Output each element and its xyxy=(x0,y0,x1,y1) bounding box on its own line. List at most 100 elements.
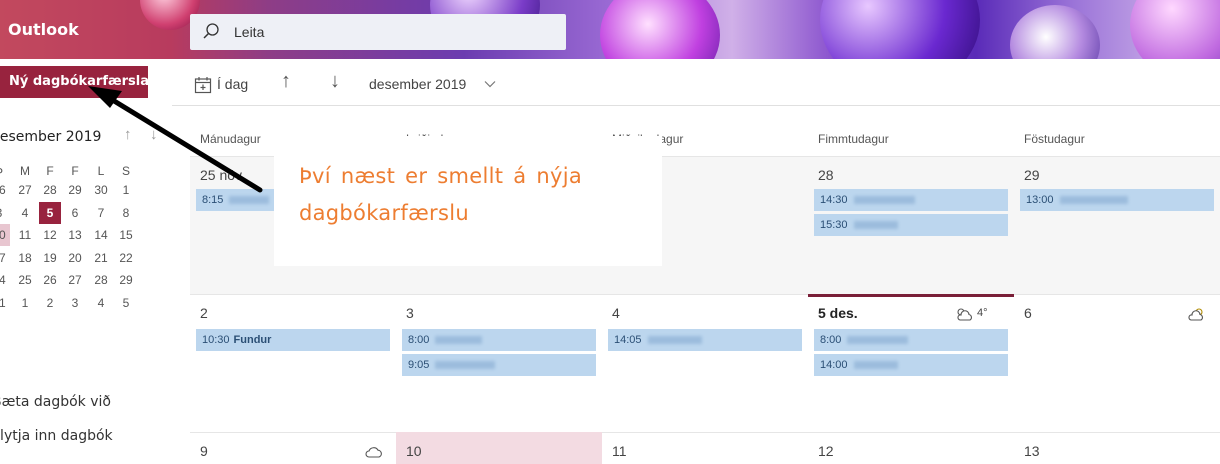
today-indicator xyxy=(808,294,1014,297)
day-number: 11 xyxy=(612,443,627,459)
calendar-event[interactable]: 8:00 xyxy=(814,329,1008,351)
previous-arrow-icon[interactable]: ↑ xyxy=(281,70,291,93)
mini-day[interactable]: 27 xyxy=(64,269,86,291)
mini-day[interactable]: 10 xyxy=(0,224,10,246)
mini-day[interactable]: 21 xyxy=(90,247,112,269)
import-calendar-link[interactable]: Flytja inn dagbók xyxy=(0,428,113,444)
add-calendar-link[interactable]: Bæta dagbók við xyxy=(0,394,111,410)
mini-day[interactable]: 24 xyxy=(0,269,10,291)
day-cell[interactable]: 11 xyxy=(602,432,808,464)
day-cell[interactable]: 4 14:05 xyxy=(602,294,808,432)
day-of-week-header: Föstudagur xyxy=(1024,132,1085,146)
mini-day[interactable]: 14 xyxy=(90,224,112,246)
mini-prev-month-icon[interactable]: ↑ xyxy=(124,126,132,143)
cloud-icon xyxy=(365,447,382,458)
mini-day[interactable]: 26 xyxy=(0,179,10,201)
mini-day[interactable]: 18 xyxy=(14,247,36,269)
mini-day[interactable]: 15 xyxy=(115,224,137,246)
mini-week-row: 345678 xyxy=(0,201,172,224)
mini-next-month-icon[interactable]: ↓ xyxy=(150,126,158,143)
day-number: 12 xyxy=(818,443,834,459)
header-decoration xyxy=(600,0,720,59)
mini-day[interactable]: 30 xyxy=(90,179,112,201)
day-number: 25 nóv. xyxy=(200,167,245,183)
mini-week-row: 171819202122 xyxy=(0,247,172,269)
mini-day[interactable]: 26 xyxy=(39,269,61,291)
mini-day[interactable]: 3 xyxy=(64,292,86,314)
day-cell[interactable]: 13 xyxy=(1014,432,1220,464)
calendar-event[interactable]: 15:30 xyxy=(814,214,1008,236)
mini-week-row: 26272829301 xyxy=(0,179,172,201)
mini-day[interactable]: 1 xyxy=(14,292,36,314)
day-number: 4 xyxy=(612,305,620,321)
mini-day[interactable]: 29 xyxy=(115,269,137,291)
calendar-event[interactable]: 14:05 xyxy=(608,329,802,351)
mini-calendar-title[interactable]: desember 2019 xyxy=(0,129,130,145)
mini-day[interactable]: 6 xyxy=(64,202,86,224)
tutorial-callout: Því næst er smellt á nýja dagbókarfærslu xyxy=(274,136,662,266)
chevron-down-icon[interactable] xyxy=(484,80,496,88)
calendar-event[interactable]: 10:30 Fundur xyxy=(196,329,390,351)
day-cell[interactable]: 5 des. 8:00 14:00 4° xyxy=(808,294,1014,432)
mini-day[interactable]: 2 xyxy=(39,292,61,314)
mini-day[interactable]: 7 xyxy=(90,202,112,224)
day-cell[interactable]: 29 13:00 xyxy=(1014,156,1220,294)
event-time: 15:30 xyxy=(820,219,848,231)
mini-day[interactable]: 1 xyxy=(115,179,137,201)
day-number: 29 xyxy=(1024,167,1040,183)
redacted-title xyxy=(847,336,909,345)
search-box[interactable]: Leita xyxy=(190,14,566,50)
mini-day[interactable]: 4 xyxy=(90,292,112,314)
mini-day[interactable]: 12 xyxy=(39,224,61,246)
mini-day[interactable]: 25 xyxy=(14,269,36,291)
day-cell[interactable]: 10 xyxy=(396,432,602,464)
redacted-title xyxy=(435,361,496,370)
today-button[interactable]: Í dag xyxy=(217,66,248,102)
search-input[interactable]: Leita xyxy=(234,14,264,50)
calendar-today-icon[interactable] xyxy=(194,76,212,94)
mini-day[interactable]: 19 xyxy=(39,247,61,269)
event-time: 9:05 xyxy=(408,359,430,371)
mini-day[interactable]: 8 xyxy=(115,202,137,224)
event-time: 8:15 xyxy=(202,194,224,206)
calendar-event[interactable]: 8:00 xyxy=(402,329,596,351)
mini-day[interactable]: 5 xyxy=(39,201,61,224)
day-cell[interactable]: 28 14:30 15:30 xyxy=(808,156,1014,294)
mini-day[interactable]: 4 xyxy=(14,202,36,224)
calendar-event[interactable]: 14:00 xyxy=(814,354,1008,376)
mini-day[interactable]: 27 xyxy=(14,179,36,201)
mini-day[interactable]: 5 xyxy=(115,292,137,314)
day-cell[interactable]: 6 xyxy=(1014,294,1220,432)
event-time: 13:00 xyxy=(1026,194,1054,206)
calendar-event[interactable]: 9:05 xyxy=(402,354,596,376)
mini-day[interactable]: 31 xyxy=(0,292,10,314)
calendar-event[interactable]: 13:00 xyxy=(1020,189,1214,211)
mini-day[interactable]: 29 xyxy=(64,179,86,201)
mini-day[interactable]: 11 xyxy=(14,224,36,246)
day-number: 3 xyxy=(406,305,414,321)
day-cell[interactable]: 12 xyxy=(808,432,1014,464)
day-number: 6 xyxy=(1024,305,1032,321)
new-event-button[interactable]: Ný dagbókarfærsla xyxy=(0,66,148,98)
day-cell[interactable]: 3 8:00 9:05 xyxy=(396,294,602,432)
mini-day[interactable]: 22 xyxy=(115,247,137,269)
mini-day[interactable]: 20 xyxy=(64,247,86,269)
calendar-event[interactable]: 14:30 xyxy=(814,189,1008,211)
day-number: 2 xyxy=(200,305,208,321)
mini-day[interactable]: 28 xyxy=(90,269,112,291)
next-arrow-icon[interactable]: ↓ xyxy=(330,70,340,93)
event-time: 8:00 xyxy=(820,334,842,346)
day-number: 5 des. xyxy=(818,305,858,321)
mini-day[interactable]: 13 xyxy=(64,224,86,246)
day-cell[interactable]: 9 xyxy=(190,432,396,464)
mini-day[interactable]: 17 xyxy=(0,247,10,269)
calendar-toolbar: Í dag ↑ ↓ desember 2019 xyxy=(172,66,1220,102)
mini-day[interactable]: 28 xyxy=(39,179,61,201)
redacted-title xyxy=(435,336,483,345)
mini-day[interactable]: 3 xyxy=(0,202,10,224)
redacted-title xyxy=(1059,196,1128,205)
day-cell[interactable]: 2 10:30 Fundur xyxy=(190,294,396,432)
mini-week-row: 101112131415 xyxy=(0,224,172,246)
month-selector[interactable]: desember 2019 xyxy=(369,66,466,102)
app-name[interactable]: Outlook xyxy=(8,0,79,59)
